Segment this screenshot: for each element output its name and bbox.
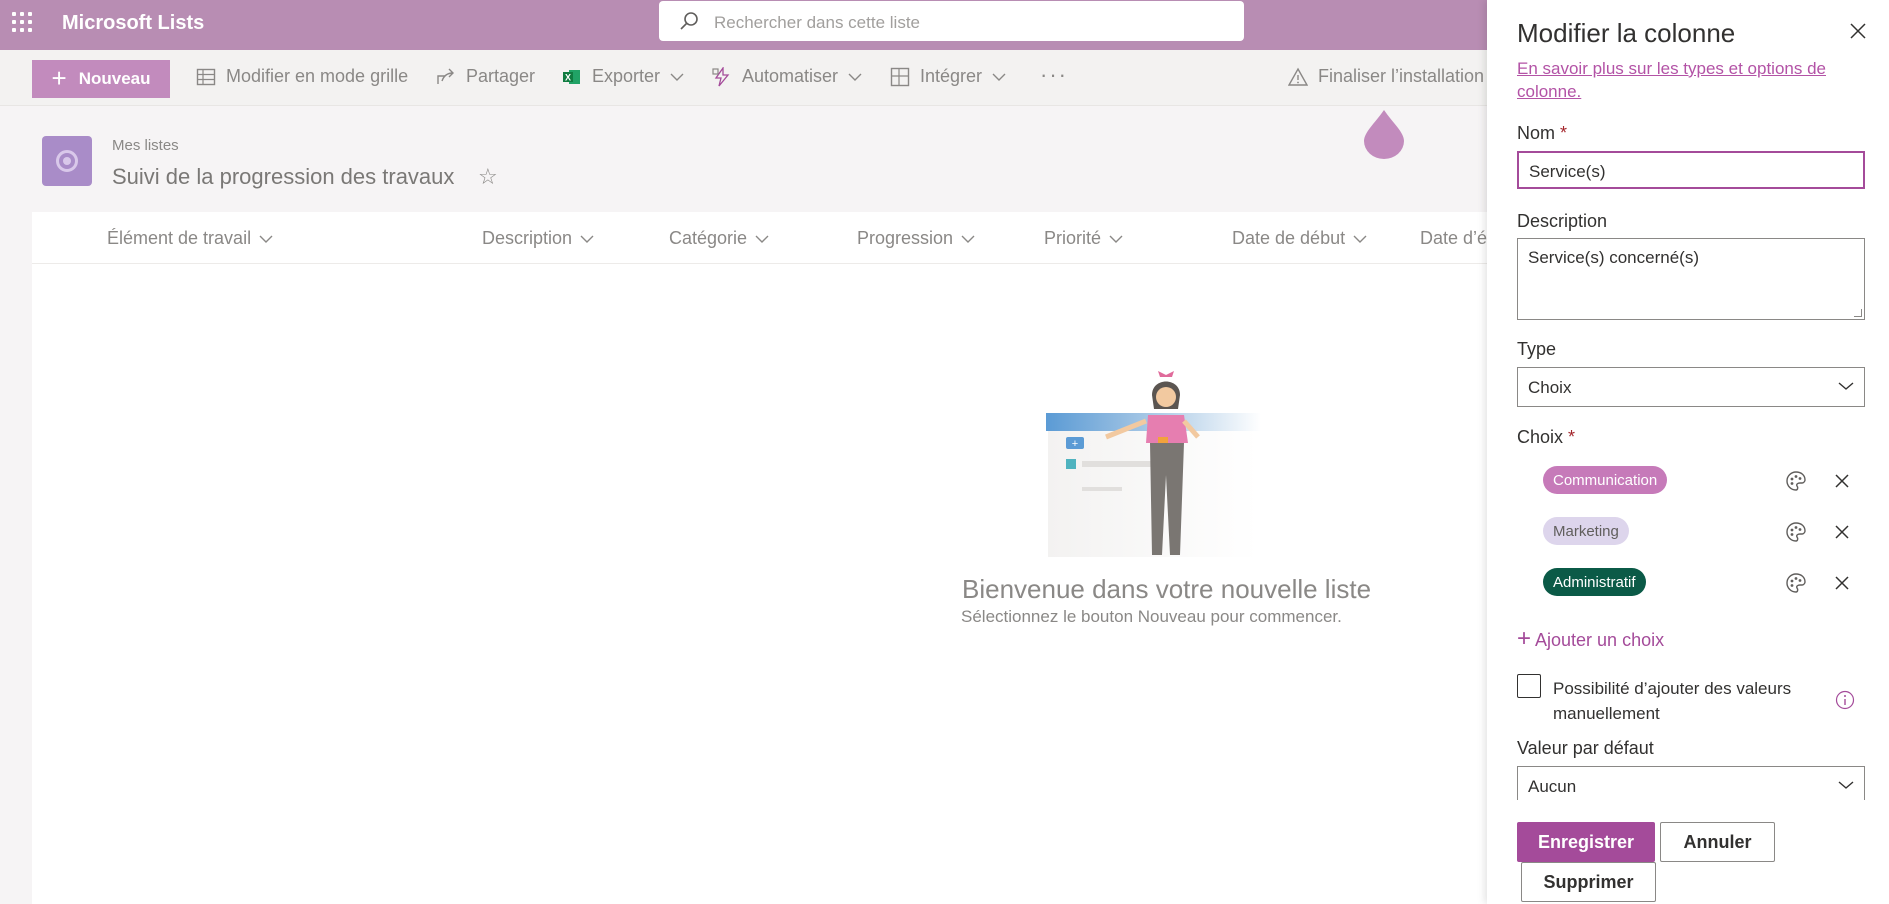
export-button[interactable]: X Exporter — [562, 66, 684, 87]
list-grid: Élément de travail Description Catégorie… — [32, 212, 1532, 904]
column-header[interactable]: Date d’é — [1420, 228, 1487, 249]
column-header[interactable]: Élément de travail — [107, 228, 273, 249]
grid-icon — [196, 68, 216, 85]
favorite-star-icon[interactable]: ☆ — [478, 164, 498, 190]
chevron-down-icon — [1109, 235, 1123, 243]
empty-list-illustration: + — [1046, 371, 1261, 557]
palette-icon[interactable] — [1785, 470, 1807, 492]
type-dropdown[interactable]: Choix — [1517, 367, 1865, 407]
default-value-dropdown[interactable]: Aucun — [1517, 766, 1865, 800]
grid-header: Élément de travail Description Catégorie… — [32, 212, 1532, 264]
type-label: Type — [1517, 339, 1557, 359]
edit-column-panel: Modifier la colonne En savoir plus sur l… — [1487, 0, 1889, 904]
search-icon — [680, 12, 698, 30]
lightning-icon — [712, 66, 730, 86]
share-label: Partager — [466, 66, 536, 86]
share-icon — [437, 68, 454, 84]
more-options-button[interactable]: ··· — [1040, 62, 1068, 88]
export-label: Exporter — [592, 66, 661, 86]
chevron-down-icon — [848, 73, 862, 81]
chevron-down-icon — [992, 73, 1006, 81]
grid-edit-label: Modifier en mode grille — [226, 66, 409, 86]
svg-text:X: X — [565, 72, 571, 82]
palette-icon[interactable] — [1785, 521, 1807, 543]
search-box[interactable]: Rechercher dans cette liste — [659, 1, 1244, 41]
chevron-down-icon — [1838, 382, 1854, 390]
search-input[interactable]: Rechercher dans cette liste — [714, 13, 920, 33]
remove-choice-icon[interactable] — [1834, 473, 1850, 489]
choice-pill[interactable]: Communication — [1543, 466, 1668, 494]
new-button[interactable]: + Nouveau — [32, 60, 170, 98]
column-header[interactable]: Description — [482, 228, 594, 249]
app-launcher-icon[interactable] — [12, 12, 32, 32]
chevron-down-icon — [580, 235, 594, 243]
chevron-down-icon — [1838, 781, 1854, 789]
grid-edit-button[interactable]: Modifier en mode grille — [196, 66, 408, 87]
add-choice-label: Ajouter un choix — [1535, 629, 1665, 650]
chevron-down-icon — [961, 235, 975, 243]
chevron-down-icon — [755, 235, 769, 243]
add-choice-button[interactable]: + Ajouter un choix — [1517, 625, 1665, 652]
new-button-label: Nouveau — [78, 69, 151, 88]
column-header[interactable]: Catégorie — [669, 228, 769, 249]
close-icon[interactable] — [1849, 22, 1867, 40]
column-header[interactable]: Progression — [857, 228, 975, 249]
empty-state-subtitle: Sélectionnez le bouton Nouveau pour comm… — [961, 607, 1342, 626]
drop-icon — [1364, 110, 1404, 159]
finalize-setup-button[interactable]: Finaliser l’installation — [1288, 66, 1484, 87]
choices-label: Choix * — [1517, 427, 1576, 447]
column-header[interactable]: Priorité — [1044, 228, 1123, 249]
manual-values-checkbox[interactable] — [1517, 674, 1541, 698]
palette-icon[interactable] — [1785, 572, 1807, 594]
breadcrumb[interactable]: Mes listes — [112, 137, 179, 154]
choice-pill[interactable]: Marketing — [1543, 517, 1629, 545]
plus-icon: + — [1517, 625, 1532, 652]
integrate-button[interactable]: Intégrer — [890, 66, 1006, 87]
name-field[interactable]: Service(s) — [1517, 151, 1865, 189]
delete-button[interactable]: Supprimer — [1521, 862, 1656, 902]
description-field[interactable]: Service(s) concerné(s) — [1517, 238, 1865, 320]
page-title: Suivi de la progression des travaux — [112, 164, 455, 189]
panel-title: Modifier la colonne — [1517, 18, 1736, 48]
remove-choice-icon[interactable] — [1834, 524, 1850, 540]
share-button[interactable]: Partager — [436, 66, 535, 87]
chevron-down-icon — [259, 235, 273, 243]
info-icon[interactable] — [1835, 690, 1855, 710]
chevron-down-icon — [670, 73, 684, 81]
save-button[interactable]: Enregistrer — [1517, 822, 1655, 862]
cancel-button[interactable]: Annuler — [1660, 822, 1775, 862]
empty-state-title: Bienvenue dans votre nouvelle liste — [962, 574, 1372, 604]
remove-choice-icon[interactable] — [1834, 575, 1850, 591]
choice-pill[interactable]: Administratif — [1543, 568, 1646, 596]
plus-icon: + — [51, 62, 67, 93]
excel-icon: X — [563, 69, 580, 84]
description-label: Description — [1517, 211, 1608, 231]
svg-text:+: + — [1072, 438, 1078, 450]
name-label: Nom * — [1517, 123, 1568, 143]
automate-label: Automatiser — [742, 66, 839, 86]
column-header[interactable]: Date de début — [1232, 228, 1367, 249]
integrate-icon — [890, 67, 910, 86]
integrate-label: Intégrer — [920, 66, 983, 86]
automate-button[interactable]: Automatiser — [712, 66, 862, 87]
list-icon — [42, 136, 92, 186]
learn-more-link[interactable]: En savoir plus sur les types et options … — [1517, 57, 1847, 103]
chevron-down-icon — [1353, 235, 1367, 243]
app-name[interactable]: Microsoft Lists — [62, 12, 204, 35]
manual-values-label: Possibilité d’ajouter des valeurs manuel… — [1553, 679, 1792, 723]
default-value-label: Valeur par défaut — [1517, 738, 1654, 758]
warning-icon — [1288, 67, 1308, 86]
finalize-setup-label: Finaliser l’installation — [1318, 66, 1485, 86]
